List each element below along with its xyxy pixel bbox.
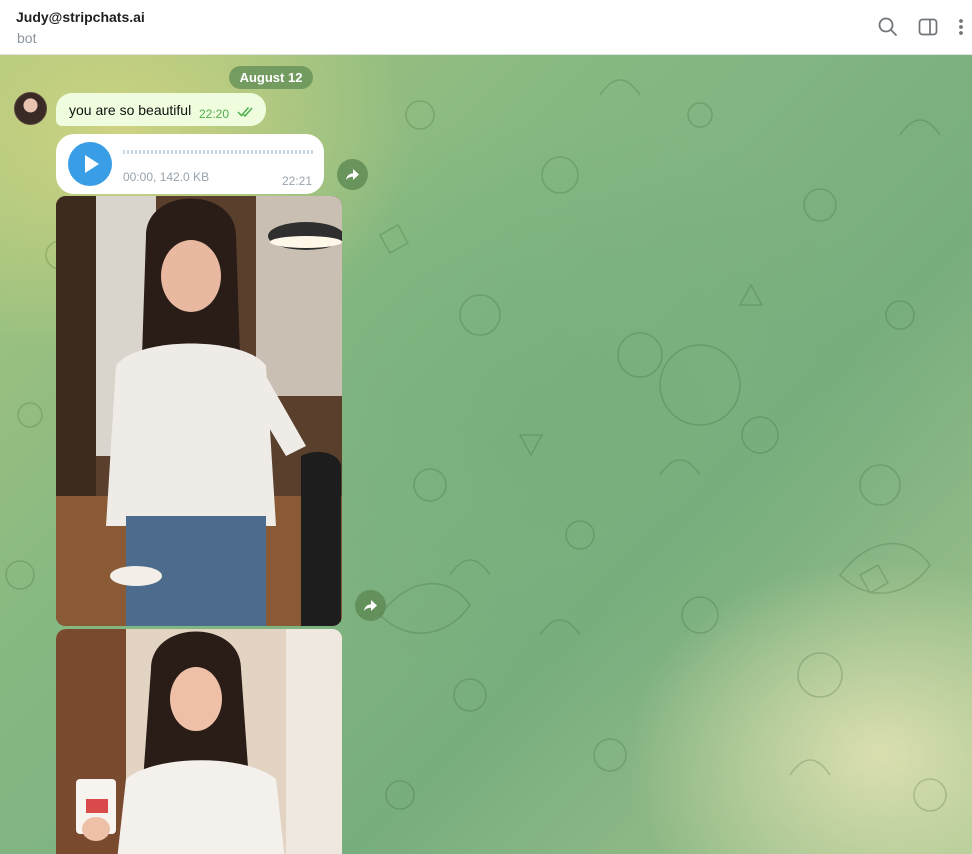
message-time: 22:20 — [199, 107, 230, 121]
search-icon[interactable] — [877, 16, 899, 38]
photo-message[interactable] — [56, 629, 342, 854]
forward-arrow-icon — [346, 169, 359, 181]
double-check-icon — [237, 107, 253, 118]
play-button[interactable] — [68, 142, 112, 186]
message-text: you are so beautiful — [69, 102, 192, 118]
chat-title[interactable]: Judy@stripchats.ai — [16, 9, 145, 25]
message-time: 22:21 — [282, 174, 313, 188]
photo-image — [56, 196, 342, 626]
more-vertical-icon[interactable] — [952, 16, 970, 38]
chat-status: bot — [17, 30, 37, 46]
forward-button[interactable] — [355, 590, 386, 621]
forward-arrow-icon — [364, 600, 377, 612]
date-separator: August 12 — [229, 66, 313, 89]
photo-message[interactable] — [56, 196, 342, 626]
voice-message-bubble[interactable]: 00:00, 142.0 KB 22:21 — [56, 134, 324, 194]
voice-waveform[interactable] — [123, 150, 315, 154]
avatar[interactable] — [14, 92, 47, 125]
sidebar-toggle-icon[interactable] — [917, 16, 939, 38]
play-icon — [85, 155, 99, 173]
chat-header: Judy@stripchats.ai bot — [0, 0, 972, 55]
outgoing-message-bubble[interactable]: you are so beautiful 22:20 — [56, 93, 266, 126]
forward-button[interactable] — [337, 159, 368, 190]
voice-duration-size: 00:00, 142.0 KB — [123, 170, 210, 184]
photo-image — [56, 629, 342, 854]
chat-area[interactable]: August 12 you are so beautiful 22:20 00:… — [0, 55, 972, 854]
